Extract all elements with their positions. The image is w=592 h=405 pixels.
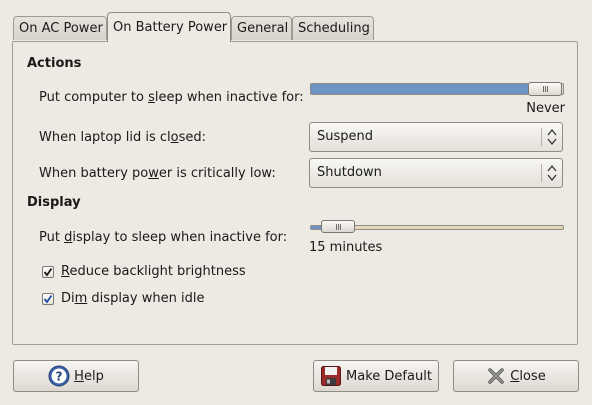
computer-sleep-label: Put computer to sleep when inactive for: [39, 90, 304, 105]
close-icon [488, 368, 504, 384]
display-sleep-label: Put display to sleep when inactive for: [39, 230, 288, 245]
help-button[interactable]: ? Help [13, 360, 139, 392]
tab-general[interactable]: General [231, 16, 292, 40]
display-sleep-value: 15 minutes [309, 240, 383, 255]
slider-fill [311, 84, 545, 94]
help-label: Help [74, 368, 104, 384]
computer-sleep-value: Never [526, 101, 565, 116]
battery-low-label: When battery power is critically low: [39, 166, 276, 181]
tab-label: Scheduling [298, 21, 370, 36]
tab-on-ac-power[interactable]: On AC Power [13, 16, 107, 40]
battery-low-combo[interactable]: Shutdown [309, 158, 563, 188]
make-default-button[interactable]: Make Default [313, 360, 439, 392]
updown-arrows-icon [547, 164, 557, 182]
combo-value: Suspend [317, 129, 374, 144]
display-sleep-slider[interactable] [310, 220, 564, 233]
close-button[interactable]: Close [453, 360, 579, 392]
make-default-label: Make Default [346, 368, 432, 384]
reduce-backlight-label[interactable]: Reduce backlight brightness [61, 264, 246, 279]
actions-heading: Actions [27, 56, 82, 71]
checkmark-icon [43, 294, 53, 304]
battery-power-panel: Actions Put computer to sleep when inact… [12, 41, 578, 345]
tab-on-battery-power[interactable]: On Battery Power [107, 12, 231, 42]
display-heading: Display [27, 195, 81, 210]
combo-separator [541, 164, 542, 182]
checkmark-icon [43, 267, 53, 277]
svg-text:?: ? [56, 370, 63, 384]
dim-display-checkbox[interactable] [42, 293, 54, 305]
lid-closed-combo[interactable]: Suspend [309, 122, 563, 152]
lid-closed-label: When laptop lid is closed: [39, 130, 206, 145]
dim-display-label[interactable]: Dim display when idle [61, 291, 204, 306]
tab-scheduling[interactable]: Scheduling [292, 16, 374, 40]
close-label: Close [510, 368, 546, 384]
slider-knob[interactable] [528, 82, 562, 96]
combo-separator [541, 128, 542, 146]
tab-label: On Battery Power [113, 20, 228, 35]
help-icon: ? [48, 365, 70, 387]
save-disk-icon [321, 366, 342, 386]
updown-arrows-icon [547, 128, 557, 146]
reduce-backlight-checkbox[interactable] [42, 266, 54, 278]
tab-label: On AC Power [19, 21, 103, 36]
tab-label: General [237, 21, 289, 36]
slider-knob[interactable] [321, 220, 355, 233]
computer-sleep-slider[interactable] [310, 82, 564, 96]
combo-value: Shutdown [317, 165, 382, 180]
